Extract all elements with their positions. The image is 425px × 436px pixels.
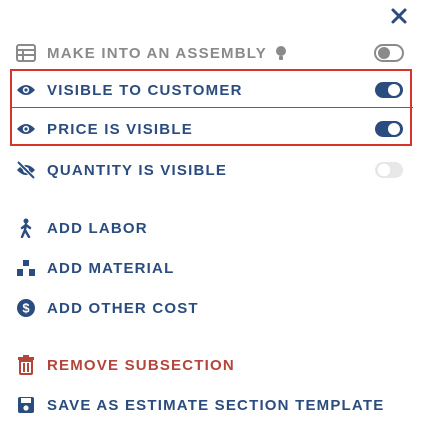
price-visible-row[interactable]: PRICE IS VISIBLE — [15, 111, 410, 147]
boxes-icon — [15, 257, 37, 279]
eye-icon — [15, 118, 37, 140]
add-labor-button[interactable]: ADD LABOR — [15, 210, 410, 246]
save-icon — [15, 394, 37, 416]
price-visible-label: PRICE IS VISIBLE — [47, 120, 193, 138]
person-walking-icon — [15, 217, 37, 239]
save-template-button[interactable]: SAVE AS ESTIMATE SECTION TEMPLATE — [15, 387, 410, 423]
eye-icon — [15, 79, 37, 101]
quantity-visible-label: QUANTITY IS VISIBLE — [47, 161, 228, 179]
add-material-button[interactable]: ADD MATERIAL — [15, 250, 410, 286]
add-other-cost-label: ADD OTHER COST — [47, 299, 199, 317]
close-button[interactable] — [389, 6, 409, 26]
add-other-cost-button[interactable]: $ ADD OTHER COST — [15, 290, 410, 326]
add-material-label: ADD MATERIAL — [47, 259, 175, 277]
table-icon — [15, 42, 37, 64]
trash-icon — [15, 354, 37, 376]
make-assembly-label: MAKE INTO AN ASSEMBLY — [47, 44, 267, 62]
price-visible-toggle[interactable] — [374, 120, 404, 138]
close-icon — [391, 8, 407, 24]
add-labor-label: ADD LABOR — [47, 219, 148, 237]
assembly-toggle[interactable] — [374, 44, 404, 62]
info-bulb-icon — [275, 45, 287, 61]
dollar-circle-icon: $ — [15, 297, 37, 319]
visible-to-customer-row[interactable]: VISIBLE TO CUSTOMER — [15, 72, 410, 108]
eye-slash-icon — [15, 159, 37, 181]
visible-to-customer-label: VISIBLE TO CUSTOMER — [47, 81, 243, 99]
remove-subsection-button[interactable]: REMOVE SUBSECTION — [15, 347, 410, 383]
remove-subsection-label: REMOVE SUBSECTION — [47, 356, 235, 374]
visible-to-customer-toggle[interactable] — [374, 81, 404, 99]
quantity-visible-row[interactable]: QUANTITY IS VISIBLE — [15, 152, 410, 188]
quantity-visible-toggle[interactable] — [374, 161, 404, 179]
make-assembly-row[interactable]: MAKE INTO AN ASSEMBLY — [15, 35, 410, 71]
save-template-label: SAVE AS ESTIMATE SECTION TEMPLATE — [47, 396, 385, 414]
svg-text:$: $ — [22, 301, 30, 316]
